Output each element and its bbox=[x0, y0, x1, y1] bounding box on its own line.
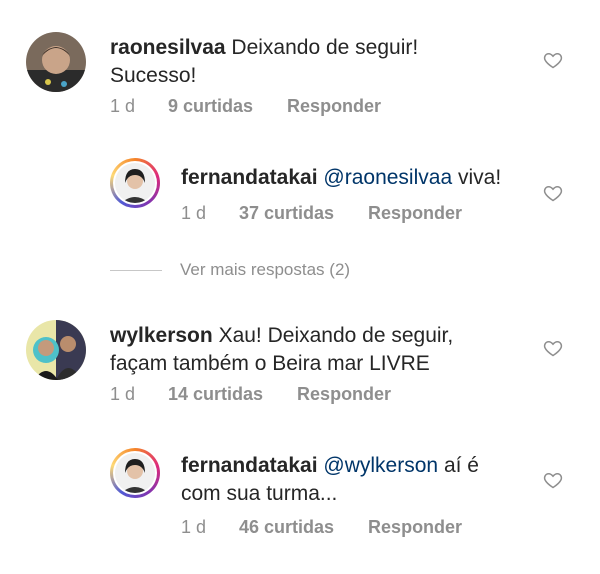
comment-likes[interactable]: 46 curtidas bbox=[239, 517, 334, 538]
user-photo-icon bbox=[115, 163, 155, 203]
mention-link[interactable]: @wylkerson bbox=[323, 454, 438, 477]
avatar[interactable] bbox=[26, 32, 86, 92]
comment-time: 1 d bbox=[181, 517, 207, 537]
user-photo-icon bbox=[26, 320, 86, 380]
comment-time: 1 d bbox=[181, 203, 207, 223]
comment-text: Deixando de seguir! bbox=[231, 36, 419, 59]
comment-text: viva! bbox=[457, 166, 502, 189]
heart-outline-icon[interactable] bbox=[543, 470, 563, 490]
user-photo-icon bbox=[26, 32, 86, 92]
comment-text-continued: façam também o Beira mar LIVRE bbox=[110, 352, 430, 375]
heart-outline-icon[interactable] bbox=[543, 50, 563, 70]
reply-button[interactable]: Responder bbox=[368, 517, 462, 538]
comment-text-continued: com sua turma... bbox=[181, 482, 338, 505]
view-more-replies[interactable]: Ver mais respostas (2) bbox=[110, 260, 350, 280]
comment-username[interactable]: raonesilvaa bbox=[110, 36, 226, 59]
comment-text: aí é bbox=[443, 454, 479, 477]
avatar-story-ring[interactable] bbox=[110, 448, 160, 498]
heart-outline-icon[interactable] bbox=[543, 183, 563, 203]
heart-outline-icon[interactable] bbox=[543, 338, 563, 358]
divider bbox=[110, 269, 162, 271]
reply-button[interactable]: Responder bbox=[368, 203, 462, 224]
comment-username[interactable]: wylkerson bbox=[110, 324, 213, 347]
comment-likes[interactable]: 9 curtidas bbox=[168, 96, 253, 117]
avatar-story-ring[interactable] bbox=[110, 158, 160, 208]
comment-likes[interactable]: 14 curtidas bbox=[168, 384, 263, 405]
comment-text: Xau! Deixando de seguir, bbox=[218, 324, 454, 347]
comment-likes[interactable]: 37 curtidas bbox=[239, 203, 334, 224]
avatar[interactable] bbox=[26, 320, 86, 380]
comment-time: 1 d bbox=[110, 96, 136, 116]
reply-button[interactable]: Responder bbox=[287, 96, 381, 117]
mention-link[interactable]: @raonesilvaa bbox=[323, 166, 452, 189]
view-more-replies-label[interactable]: Ver mais respostas (2) bbox=[180, 260, 350, 280]
user-photo-icon bbox=[115, 453, 155, 493]
reply-button[interactable]: Responder bbox=[297, 384, 391, 405]
comment-text-continued: Sucesso! bbox=[110, 64, 197, 87]
comment-username[interactable]: fernandatakai bbox=[181, 166, 318, 189]
comment-username[interactable]: fernandatakai bbox=[181, 454, 318, 477]
comment-time: 1 d bbox=[110, 384, 136, 404]
